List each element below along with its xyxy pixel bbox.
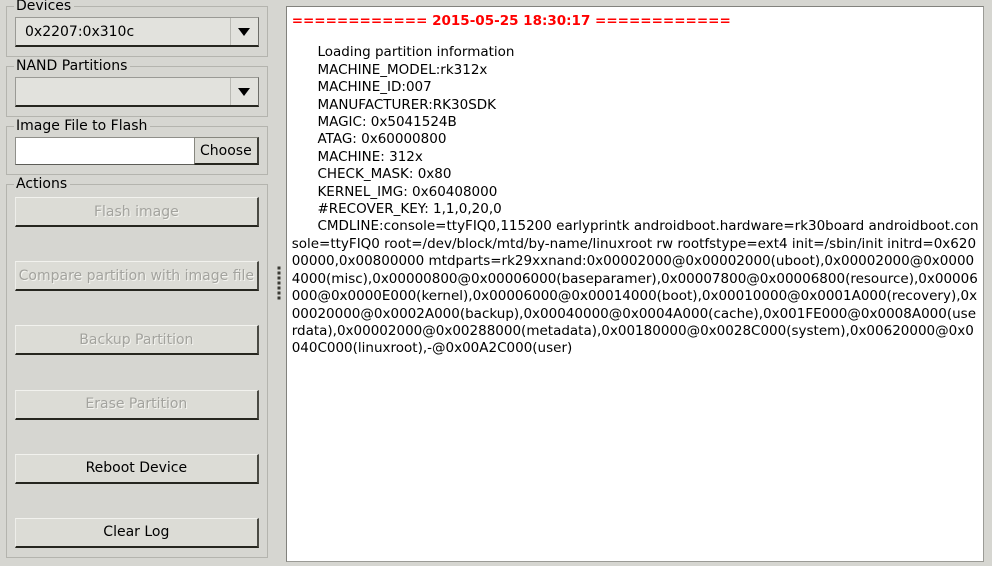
log-body-text: Loading partition information MACHINE_MO… [291, 44, 979, 357]
nand-partitions-group-label: NAND Partitions [14, 59, 131, 74]
splitter-dot [277, 291, 281, 295]
flash-image-button[interactable]: Flash image [15, 197, 259, 227]
nand-partition-select-arrow[interactable] [229, 78, 258, 105]
splitter-grip-icon [277, 266, 281, 300]
splitter-dot [277, 281, 281, 285]
device-select-value: 0x2207:0x310c [25, 23, 135, 40]
image-file-path-input[interactable] [15, 137, 194, 165]
actions-group: Actions Flash image Compare partition wi… [6, 177, 268, 558]
devices-group-label: Devices [14, 0, 75, 14]
choose-file-button[interactable]: Choose [194, 137, 259, 165]
compare-partition-button[interactable]: Compare partition with image file [15, 261, 259, 292]
image-file-group: Image File to Flash Choose [6, 119, 268, 175]
nand-partitions-group: NAND Partitions [6, 59, 268, 117]
pane-splitter[interactable] [272, 0, 286, 566]
chevron-down-icon [238, 27, 251, 36]
image-file-row: Choose [15, 137, 259, 165]
actions-button-list: Flash image Compare partition with image… [15, 195, 259, 548]
device-select[interactable]: 0x2207:0x310c [15, 17, 259, 47]
chevron-down-icon [238, 87, 251, 96]
actions-group-label: Actions [14, 177, 71, 192]
splitter-dot [277, 276, 281, 280]
device-select-arrow[interactable] [229, 18, 258, 45]
clear-log-button[interactable]: Clear Log [15, 517, 259, 548]
reboot-device-button[interactable]: Reboot Device [15, 453, 259, 484]
splitter-dot [277, 296, 281, 300]
splitter-dot [277, 286, 281, 290]
image-file-group-label: Image File to Flash [14, 119, 151, 134]
devices-group: Devices 0x2207:0x310c [6, 0, 268, 57]
log-output[interactable]: ============ 2015-05-25 18:30:17 =======… [285, 6, 984, 562]
log-pane: ============ 2015-05-25 18:30:17 =======… [285, 0, 992, 566]
splitter-dot [277, 266, 281, 270]
left-control-pane: Devices 0x2207:0x310c NAND Partitions Im… [0, 0, 272, 566]
rkflashtool-window: Devices 0x2207:0x310c NAND Partitions Im… [0, 0, 992, 566]
log-timestamp-header: ============ 2015-05-25 18:30:17 =======… [291, 13, 731, 29]
erase-partition-button[interactable]: Erase Partition [15, 389, 259, 420]
nand-partition-select[interactable] [15, 77, 259, 107]
backup-partition-button[interactable]: Backup Partition [15, 325, 259, 356]
splitter-dot [277, 271, 281, 275]
